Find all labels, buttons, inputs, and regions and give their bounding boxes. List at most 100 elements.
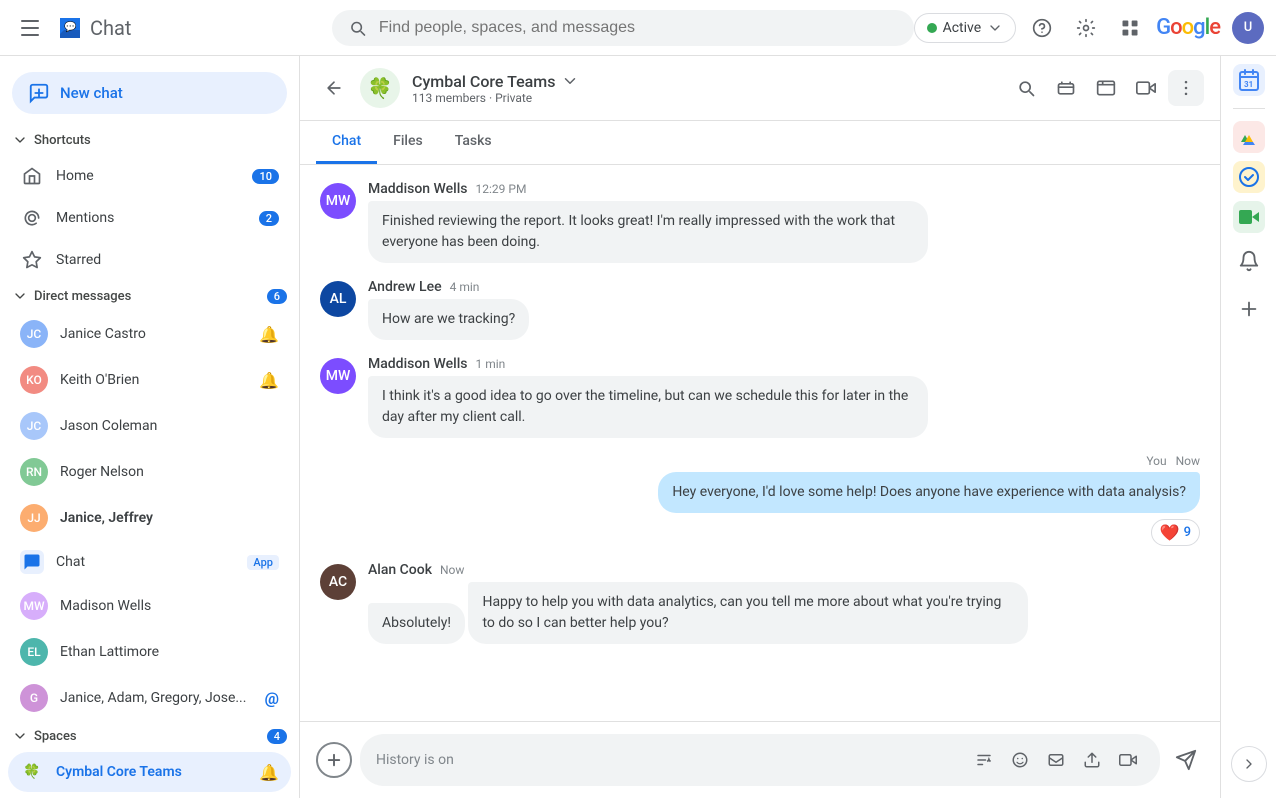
add-attachment-button[interactable] [316,742,352,778]
send-button[interactable] [1168,742,1204,778]
expand-rail-button[interactable] [1231,746,1267,790]
message-time: 1 min [476,357,506,371]
tasks-app-button[interactable] [1233,161,1265,193]
reaction-badge[interactable]: ❤️ 9 [1151,519,1200,546]
shortcuts-label: Shortcuts [34,133,91,148]
dm-group[interactable]: G Janice, Adam, Gregory, Jose... @ [8,676,291,720]
input-placeholder: History is on [376,752,960,768]
tab-files[interactable]: Files [377,121,439,164]
input-actions [968,744,1144,776]
chevron-down-icon [12,728,28,744]
hamburger-icon [21,20,39,36]
bell-icon: 🔔 [259,371,279,390]
search-icon [1016,78,1036,98]
nav-home[interactable]: Home 10 [8,156,291,196]
help-button[interactable] [1024,10,1060,46]
message-bubble: Happy to help you with data analytics, c… [468,582,1028,644]
fullscreen-button[interactable] [1048,70,1084,106]
settings-button[interactable] [1068,10,1104,46]
my-message-header: You Now [1146,454,1200,468]
apps-button[interactable] [1112,10,1148,46]
message-header: Alan Cook Now [368,562,1200,578]
chat-header-actions [1008,70,1204,106]
video-attach-button[interactable] [1112,744,1144,776]
upload-button[interactable] [1076,744,1108,776]
search-input[interactable] [379,19,898,37]
calendar-icon: 31 [1237,68,1261,92]
search-input-wrap[interactable] [332,10,914,46]
message-content: Andrew Lee 4 min How are we tracking? [368,279,1200,340]
space-icon: 🍀 [20,760,44,784]
user-avatar[interactable]: U [1232,12,1264,44]
add-icon [1238,298,1260,320]
status-button[interactable]: Active [914,13,1017,43]
spaces-section[interactable]: Spaces 4 [0,722,299,750]
avatar: RN [20,458,48,486]
message-bubble: How are we tracking? [368,299,529,340]
reaction-count: 9 [1184,525,1191,540]
shortcuts-section[interactable]: Shortcuts [0,126,299,154]
message-bubble: Absolutely! [368,603,465,644]
video-call-button[interactable] [1128,70,1164,106]
chat-header-info: Cymbal Core Teams 113 members · Private [412,72,1008,105]
dm-roger-nelson[interactable]: RN Roger Nelson [8,450,291,494]
home-icon [20,164,44,188]
dm-chat-app[interactable]: Chat App [8,542,291,582]
sender-name: Alan Cook [368,562,432,578]
notifications-button[interactable] [1229,241,1269,281]
mention-icon [1047,751,1065,769]
space-cymbal-core-teams[interactable]: 🍀 Cymbal Core Teams 🔔 [8,752,291,792]
dm-madison-wells[interactable]: MW Madison Wells [8,584,291,628]
message-header: Maddison Wells 12:29 PM [368,181,1200,197]
svg-text:💬: 💬 [64,20,77,33]
more-options-button[interactable] [1168,70,1204,106]
spaces-label: Spaces [34,729,77,744]
messages-area: MW Maddison Wells 12:29 PM Finished revi… [300,165,1220,721]
meet-app-button[interactable] [1233,201,1265,233]
dm-label: Direct messages [34,289,131,304]
message-content: Alan Cook Now Absolutely! Happy to help … [368,562,1200,652]
emoji-button[interactable] [1004,744,1036,776]
status-label: Active [943,20,982,36]
tab-tasks[interactable]: Tasks [439,121,508,164]
mentions-label: Mentions [56,210,247,226]
space-name: Cymbal Core Teams [56,764,247,780]
back-button[interactable] [316,70,352,106]
message-content: Maddison Wells 12:29 PM Finished reviewi… [368,181,1200,263]
dm-jason-coleman[interactable]: JC Jason Coleman [8,404,291,448]
dm-ethan-lattimore[interactable]: EL Ethan Lattimore [8,630,291,674]
space-team-announcements[interactable]: 📌 Team Announcements 🔔 [8,794,291,798]
tab-chat[interactable]: Chat [316,121,377,164]
calendar-app-button[interactable]: 31 [1233,64,1265,96]
nav-mentions[interactable]: Mentions 2 [8,198,291,238]
input-area: History is on [300,721,1220,798]
dm-janice-castro[interactable]: JC Janice Castro 🔔 [8,312,291,356]
top-bar-right: Active Google [914,10,1264,46]
mention-button[interactable] [1040,744,1072,776]
format-text-button[interactable] [968,744,1000,776]
right-panel: 🍀 Cymbal Core Teams 113 members · Privat… [300,56,1220,798]
chevron-down-icon [12,132,28,148]
search-bar [332,10,914,46]
dm-janice-jeffrey[interactable]: JJ Janice, Jeffrey [8,496,291,540]
app-tag: App [247,555,279,570]
rail-divider [1233,108,1265,109]
message-header: Andrew Lee 4 min [368,279,1200,295]
drive-app-button[interactable] [1233,121,1265,153]
dm-section[interactable]: Direct messages 6 [0,282,299,310]
menu-button[interactable] [12,10,48,46]
new-chat-button[interactable]: New chat [12,72,287,114]
avatar: JJ [20,504,48,532]
meet-icon [1237,205,1261,229]
message-group: AL Andrew Lee 4 min How are we tracking? [320,279,1200,340]
dm-keith-obrien[interactable]: KO Keith O'Brien 🔔 [8,358,291,402]
message-input-box[interactable]: History is on [360,734,1160,786]
add-app-button[interactable] [1229,289,1269,329]
top-bar: 💬 Chat Active [0,0,1276,56]
search-chat-button[interactable] [1008,70,1044,106]
logo-area: 💬 Chat [56,14,131,42]
nav-starred[interactable]: Starred [8,240,291,280]
status-dot [927,23,937,33]
expand-icon[interactable] [1231,746,1267,782]
popout-button[interactable] [1088,70,1124,106]
